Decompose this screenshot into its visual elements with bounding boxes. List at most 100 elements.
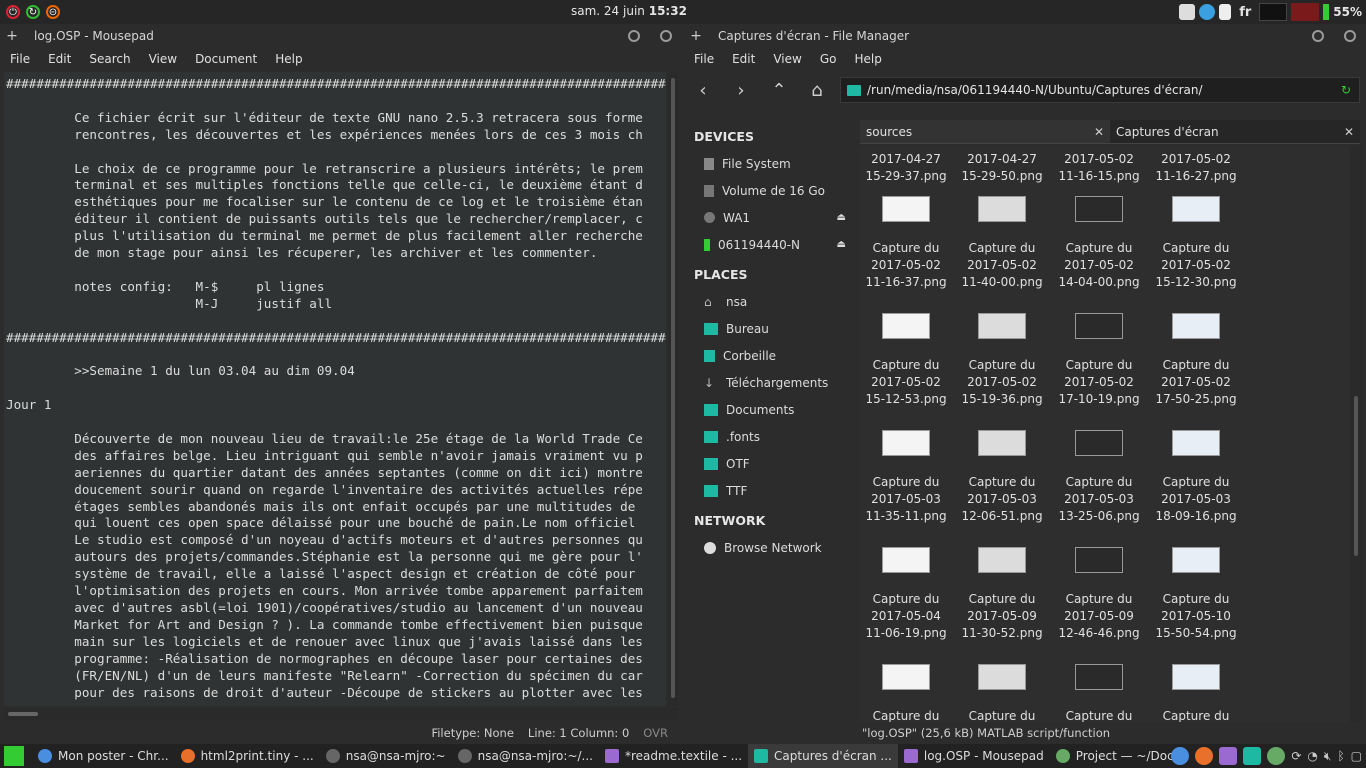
task-chrome[interactable]: Mon poster - Chr... bbox=[32, 744, 175, 768]
file-item[interactable]: Capture du 2017-05-02 15-19-36.png bbox=[954, 313, 1050, 408]
shutdown-icon[interactable]: ⊝ bbox=[46, 5, 60, 19]
file-item[interactable]: Capture du bbox=[1148, 664, 1244, 722]
sidebar-item-usb[interactable]: 061194440-N ⏏ bbox=[684, 231, 854, 258]
file-item[interactable]: Capture du 2017-05-09 12-46-46.png bbox=[1051, 547, 1147, 642]
menu-help[interactable]: Help bbox=[854, 52, 881, 66]
close-icon[interactable]: ✕ bbox=[1094, 125, 1104, 139]
file-item[interactable]: Capture du 2017-05-02 14-04-00.png bbox=[1051, 196, 1147, 291]
file-item[interactable]: Capture du 2017-05-02 15-12-53.png bbox=[860, 313, 954, 408]
menu-document[interactable]: Document bbox=[195, 52, 257, 66]
task-project[interactable]: Project — ~/Doc... bbox=[1050, 744, 1191, 768]
bluetooth-icon[interactable]: ᛒ bbox=[1337, 749, 1344, 763]
battery-icon[interactable] bbox=[1323, 4, 1330, 20]
menu-help[interactable]: Help bbox=[275, 52, 302, 66]
sidebar-item-ttf[interactable]: TTF bbox=[684, 477, 854, 504]
menu-icon[interactable] bbox=[4, 746, 24, 766]
pin-icon[interactable]: + bbox=[0, 28, 24, 44]
file-item[interactable]: Capture du bbox=[860, 664, 954, 722]
task-readme[interactable]: *readme.textile - ... bbox=[599, 744, 748, 768]
sidebar-item-downloads[interactable]: ↓ Téléchargements bbox=[684, 369, 854, 396]
book-icon[interactable] bbox=[1179, 4, 1196, 20]
file-item[interactable]: Capture du 2017-05-02 17-50-25.png bbox=[1148, 313, 1244, 408]
close-icon[interactable]: ✕ bbox=[1344, 125, 1354, 139]
minimize-button[interactable] bbox=[628, 30, 640, 42]
home-icon[interactable]: ⌂ bbox=[798, 80, 836, 101]
maximize-button[interactable] bbox=[660, 30, 672, 42]
volume-muted-icon[interactable]: 🔇︎ bbox=[1324, 749, 1332, 764]
clock[interactable]: sam. 24 juin 15:32 bbox=[571, 4, 687, 18]
menu-view[interactable]: View bbox=[149, 52, 177, 66]
tab-sources[interactable]: sources ✕ bbox=[860, 120, 1110, 144]
minimize-button[interactable] bbox=[1312, 30, 1324, 42]
sidebar-item-file-system[interactable]: File System bbox=[684, 150, 854, 177]
file-item[interactable]: 2017-04-27 15-29-37.png bbox=[860, 151, 954, 185]
fm-titlebar[interactable]: + Captures d'écran - File Manager bbox=[684, 24, 1366, 48]
file-item[interactable]: Capture du 2017-05-03 12-06-51.png bbox=[954, 430, 1050, 525]
refresh-icon[interactable]: ↻ bbox=[26, 5, 40, 19]
file-item[interactable]: Capture du 2017-05-02 15-12-30.png bbox=[1148, 196, 1244, 291]
clipboard-icon[interactable] bbox=[1219, 4, 1232, 20]
file-item[interactable]: Capture du 2017-05-09 11-30-52.png bbox=[954, 547, 1050, 642]
tab-captures[interactable]: Captures d'écran ✕ bbox=[1110, 120, 1360, 144]
atom-icon[interactable] bbox=[1267, 747, 1286, 765]
file-item[interactable]: 2017-04-27 15-29-50.png bbox=[954, 151, 1050, 185]
task-terminal-1[interactable]: nsa@nsa-mjro:~ bbox=[320, 744, 452, 768]
reload-icon[interactable]: ↻ bbox=[1341, 83, 1351, 97]
folder-icon[interactable] bbox=[1243, 747, 1262, 765]
text-editor-area[interactable]: ########################################… bbox=[4, 72, 666, 706]
sidebar-item-documents[interactable]: Documents bbox=[684, 396, 854, 423]
sidebar-item-browse-network[interactable]: Browse Network bbox=[684, 534, 854, 561]
panel-toggle-icon[interactable]: ▢ bbox=[1351, 749, 1362, 763]
wifi-icon[interactable]: ◔ bbox=[1307, 749, 1317, 763]
file-item[interactable]: 2017-05-02 11-16-15.png bbox=[1051, 151, 1147, 185]
menu-search[interactable]: Search bbox=[89, 52, 130, 66]
sidebar-item-otf[interactable]: OTF bbox=[684, 450, 854, 477]
menu-file[interactable]: File bbox=[10, 52, 30, 66]
logout-icon[interactable]: ⏻ bbox=[6, 5, 20, 19]
location-bar[interactable]: /run/media/nsa/061194440-N/Ubuntu/Captur… bbox=[840, 77, 1360, 103]
keyboard-layout[interactable]: fr bbox=[1235, 5, 1255, 20]
menu-file[interactable]: File bbox=[694, 52, 714, 66]
file-item[interactable]: 2017-05-02 11-16-27.png bbox=[1148, 151, 1244, 185]
pin-icon[interactable]: + bbox=[684, 28, 708, 44]
eject-icon[interactable]: ⏏ bbox=[837, 239, 846, 250]
menu-go[interactable]: Go bbox=[820, 52, 837, 66]
firefox-icon[interactable] bbox=[1195, 747, 1214, 765]
text-editor-icon[interactable] bbox=[1219, 747, 1238, 765]
file-item[interactable]: Capture du 2017-05-04 11-06-19.png bbox=[860, 547, 954, 642]
maximize-button[interactable] bbox=[1344, 30, 1356, 42]
file-item[interactable]: Capture du bbox=[1051, 664, 1147, 722]
up-icon[interactable]: ⌃ bbox=[760, 80, 798, 101]
task-terminal-2[interactable]: nsa@nsa-mjro:~/... bbox=[452, 744, 599, 768]
editor-vertical-scrollbar[interactable] bbox=[668, 72, 678, 706]
file-item[interactable]: Capture du 2017-05-02 17-10-19.png bbox=[1051, 313, 1147, 408]
file-item[interactable]: Capture du 2017-05-03 13-25-06.png bbox=[1051, 430, 1147, 525]
menu-view[interactable]: View bbox=[773, 52, 801, 66]
task-firefox[interactable]: html2print.tiny - ... bbox=[175, 744, 320, 768]
file-item[interactable]: Capture du 2017-05-03 11-35-11.png bbox=[860, 430, 954, 525]
back-icon[interactable]: ‹ bbox=[684, 80, 722, 101]
filetype-label[interactable]: Filetype: None bbox=[431, 726, 513, 740]
file-item[interactable]: Capture du 2017-05-02 11-16-37.png bbox=[860, 196, 954, 291]
forward-icon[interactable]: › bbox=[722, 80, 760, 101]
file-item[interactable]: Capture du 2017-05-10 15-50-54.png bbox=[1148, 547, 1244, 642]
editor-titlebar[interactable]: + log.OSP - Mousepad bbox=[0, 24, 682, 48]
sidebar-item-home[interactable]: ⌂ nsa bbox=[684, 288, 854, 315]
editor-horizontal-scrollbar[interactable] bbox=[4, 708, 678, 720]
sync-icon[interactable]: ⟳ bbox=[1291, 749, 1301, 763]
menu-edit[interactable]: Edit bbox=[48, 52, 71, 66]
menu-edit[interactable]: Edit bbox=[732, 52, 755, 66]
sidebar-item-wa1[interactable]: WA1 ⏏ bbox=[684, 204, 854, 231]
eject-icon[interactable]: ⏏ bbox=[837, 212, 846, 223]
sidebar-item-volume[interactable]: Volume de 16 Go bbox=[684, 177, 854, 204]
file-item[interactable]: Capture du 2017-05-02 11-40-00.png bbox=[954, 196, 1050, 291]
task-file-manager[interactable]: Captures d'écran ... bbox=[748, 744, 898, 768]
sidebar-item-fonts[interactable]: .fonts bbox=[684, 423, 854, 450]
file-item[interactable]: Capture du 2017-05-03 18-09-16.png bbox=[1148, 430, 1244, 525]
network-icon[interactable] bbox=[1199, 4, 1216, 20]
fm-vertical-scrollbar[interactable] bbox=[1350, 146, 1362, 722]
chrome-icon[interactable] bbox=[1171, 747, 1190, 765]
sidebar-item-bureau[interactable]: Bureau bbox=[684, 315, 854, 342]
task-mousepad[interactable]: log.OSP - Mousepad bbox=[898, 744, 1050, 768]
file-item[interactable]: Capture du bbox=[954, 664, 1050, 722]
